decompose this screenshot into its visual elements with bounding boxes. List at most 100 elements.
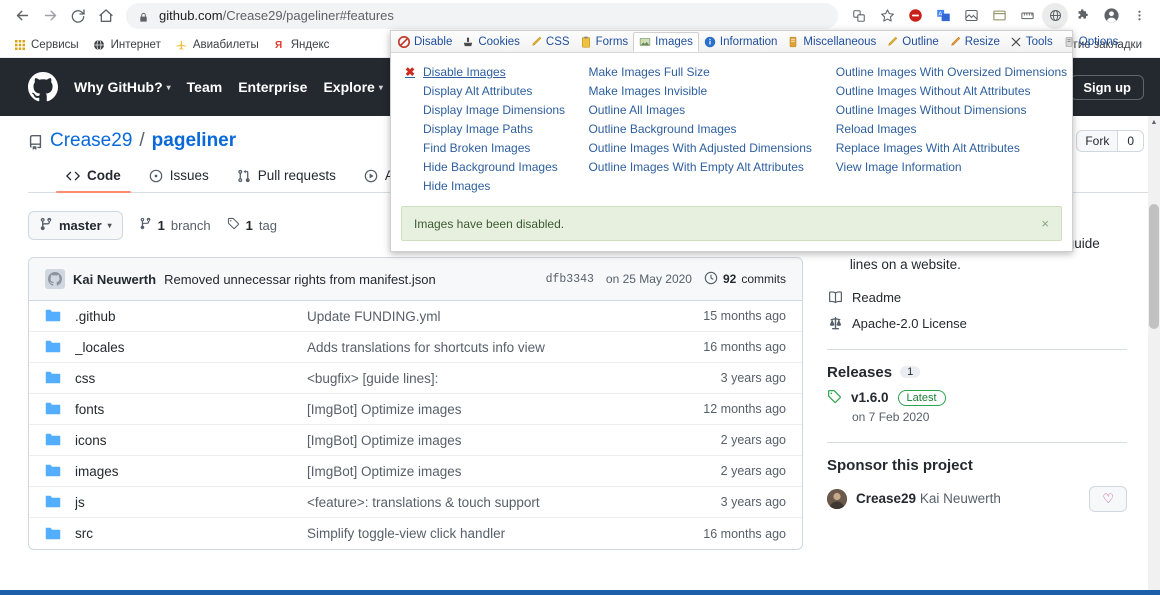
profile-avatar-icon[interactable]	[1098, 3, 1124, 29]
menu-item-hide-images[interactable]: Hide Images	[405, 177, 580, 196]
tags-count-link[interactable]: 1 tag	[227, 217, 277, 233]
bookmark-internet[interactable]: Интернет	[86, 36, 168, 53]
bookmark-star-icon[interactable]	[874, 3, 900, 29]
nav-explore[interactable]: Explore ▾	[323, 79, 382, 95]
table-row[interactable]: _locales Adds translations for shortcuts…	[29, 332, 802, 363]
menu-item-outline-images-with-empty-alt-attributes[interactable]: Outline Images With Empty Alt Attributes	[588, 158, 827, 177]
table-row[interactable]: js <feature>: translations & touch suppo…	[29, 487, 802, 518]
avatar[interactable]	[827, 488, 847, 509]
file-commit-message[interactable]: [ImgBot] Optimize images	[307, 402, 703, 417]
extensions-puzzle-icon[interactable]	[1070, 3, 1096, 29]
readme-link[interactable]: Readme	[827, 290, 1127, 305]
webdev-tab-options[interactable]: Options	[1058, 32, 1124, 52]
webdev-tab-cookies[interactable]: Cookies	[457, 32, 525, 52]
scroll-up-arrow-icon[interactable]: ▲	[1148, 116, 1160, 128]
sponsor-heart-button[interactable]: ♡	[1089, 485, 1127, 512]
table-row[interactable]: images [ImgBot] Optimize images 2 years …	[29, 456, 802, 487]
nav-why-github[interactable]: Why GitHub? ▾	[74, 79, 171, 95]
nav-team[interactable]: Team	[187, 79, 223, 95]
page-scrollbar[interactable]: ▲ ▼	[1148, 116, 1160, 595]
menu-item-display-alt-attributes[interactable]: Display Alt Attributes	[405, 82, 580, 101]
table-row[interactable]: .github Update FUNDING.yml 15 months ago	[29, 301, 802, 332]
webdev-tab-miscellaneous[interactable]: Miscellaneous	[782, 32, 881, 52]
file-name[interactable]: css	[75, 371, 307, 386]
branch-selector[interactable]: master ▾	[28, 210, 123, 240]
webdev-tab-disable[interactable]: Disable	[393, 32, 457, 52]
webdev-tab-resize[interactable]: Resize	[944, 32, 1005, 52]
file-name[interactable]: js	[75, 495, 307, 510]
file-commit-message[interactable]: Adds translations for shortcuts info vie…	[307, 340, 703, 355]
menu-item-find-broken-images[interactable]: Find Broken Images	[405, 139, 580, 158]
address-bar[interactable]: github.com/Crease29/pageliner#features	[126, 2, 838, 29]
menu-item-outline-images-without-alt-attributes[interactable]: Outline Images Without Alt Attributes	[836, 82, 1072, 101]
file-commit-message[interactable]: <feature>: translations & touch support	[307, 495, 721, 510]
table-row[interactable]: fonts [ImgBot] Optimize images 12 months…	[29, 394, 802, 425]
webdev-tab-outline[interactable]: Outline	[881, 32, 943, 52]
menu-item-outline-all-images[interactable]: Outline All Images	[588, 101, 827, 120]
sign-up-button[interactable]: Sign up	[1070, 74, 1144, 100]
window-resizer-icon[interactable]	[986, 3, 1012, 29]
repo-owner-link[interactable]: Crease29	[50, 130, 132, 152]
file-name[interactable]: icons	[75, 433, 307, 448]
reload-icon[interactable]	[64, 2, 92, 30]
license-link[interactable]: Apache-2.0 License	[827, 316, 1127, 331]
chrome-menu-icon[interactable]	[1126, 3, 1152, 29]
menu-item-outline-images-with-oversized-dimensions[interactable]: Outline Images With Oversized Dimensions	[836, 63, 1072, 82]
webdev-tab-forms[interactable]: Forms	[575, 32, 634, 52]
release-item[interactable]: v1.6.0 Latest	[827, 389, 1127, 407]
menu-item-disable-images[interactable]: ✖ Disable Images	[405, 63, 580, 82]
google-translate-extension-icon[interactable]: A	[930, 3, 956, 29]
menu-item-reload-images[interactable]: Reload Images	[836, 120, 1072, 139]
commit-message[interactable]: Removed unnecessar rights from manifest.…	[164, 272, 436, 287]
menu-item-outline-images-with-adjusted-dimensions[interactable]: Outline Images With Adjusted Dimensions	[588, 139, 827, 158]
sponsor-name[interactable]: Crease29 Kai Neuwerth	[856, 491, 1001, 506]
webdev-tab-information[interactable]: Information	[699, 32, 783, 52]
adblock-plus-icon[interactable]	[902, 3, 928, 29]
table-row[interactable]: icons [ImgBot] Optimize images 2 years a…	[29, 425, 802, 456]
bookmark-yandex[interactable]: Я Яндекс	[266, 36, 337, 53]
file-commit-message[interactable]: [ImgBot] Optimize images	[307, 464, 721, 479]
home-icon[interactable]	[92, 2, 120, 30]
github-logo-icon[interactable]	[28, 72, 58, 102]
menu-item-make-images-full-size[interactable]: Make Images Full Size	[588, 63, 827, 82]
branches-count-link[interactable]: 1 branch	[139, 217, 211, 233]
menu-item-display-image-dimensions[interactable]: Display Image Dimensions	[405, 101, 580, 120]
file-commit-message[interactable]: <bugfix> [guide lines]:	[307, 371, 721, 386]
file-commit-message[interactable]: Update FUNDING.yml	[307, 309, 703, 324]
screenshot-extension-icon[interactable]	[958, 3, 984, 29]
commits-count-link[interactable]: 92 commits	[704, 271, 786, 288]
table-row[interactable]: css <bugfix> [guide lines]: 3 years ago	[29, 363, 802, 394]
tab-code[interactable]: Code	[56, 162, 131, 193]
webdev-tab-css[interactable]: CSS	[525, 32, 575, 52]
file-name[interactable]: images	[75, 464, 307, 479]
webdev-tab-images[interactable]: Images	[633, 31, 699, 52]
web-developer-extension-icon[interactable]	[1042, 2, 1068, 29]
file-commit-message[interactable]: [ImgBot] Optimize images	[307, 433, 721, 448]
scrollbar-thumb[interactable]	[1149, 204, 1159, 329]
ruler-extension-icon[interactable]	[1014, 3, 1040, 29]
repo-name-link[interactable]: pageliner	[152, 130, 236, 152]
file-name[interactable]: _locales	[75, 340, 307, 355]
menu-item-make-images-invisible[interactable]: Make Images Invisible	[588, 82, 827, 101]
menu-item-view-image-information[interactable]: View Image Information	[836, 158, 1072, 177]
webdev-tab-tools[interactable]: Tools	[1005, 32, 1058, 52]
file-commit-message[interactable]: Simplify toggle-view click handler	[307, 526, 703, 541]
menu-item-outline-images-without-dimensions[interactable]: Outline Images Without Dimensions	[836, 101, 1072, 120]
close-icon[interactable]: ×	[1041, 216, 1049, 231]
tab-pull-requests[interactable]: Pull requests	[227, 162, 346, 192]
menu-item-hide-background-images[interactable]: Hide Background Images	[405, 158, 580, 177]
file-name[interactable]: .github	[75, 309, 307, 324]
back-arrow-icon[interactable]	[8, 2, 36, 30]
bookmark-flights[interactable]: Авиабилеты	[168, 36, 266, 53]
menu-item-replace-images-with-alt-attributes[interactable]: Replace Images With Alt Attributes	[836, 139, 1072, 158]
avatar[interactable]	[45, 269, 65, 289]
file-name[interactable]: src	[75, 526, 307, 541]
commit-author[interactable]: Kai Neuwerth	[73, 272, 156, 287]
bookmark-services[interactable]: Сервисы	[6, 36, 86, 53]
translate-icon[interactable]	[846, 3, 872, 29]
file-name[interactable]: fonts	[75, 402, 307, 417]
menu-item-outline-background-images[interactable]: Outline Background Images	[588, 120, 827, 139]
forward-arrow-icon[interactable]	[36, 2, 64, 30]
nav-enterprise[interactable]: Enterprise	[238, 79, 307, 95]
tab-issues[interactable]: Issues	[139, 162, 219, 192]
